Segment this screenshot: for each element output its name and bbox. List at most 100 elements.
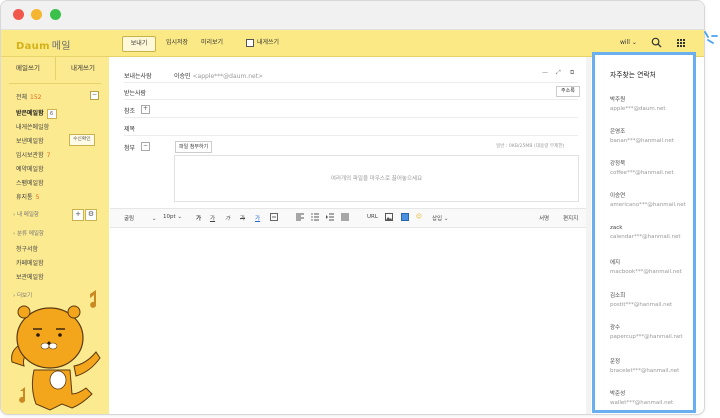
contact-item[interactable]: 박주원 apple***@daum.net: [610, 95, 666, 112]
frequent-contacts-panel: 자주찾는 연락처 박주원 apple***@daum.net 은영조 banan**…: [592, 52, 696, 413]
sidebar-item-spam[interactable]: 스팸메일함: [16, 178, 44, 187]
unread-count-badge: 6: [46, 108, 57, 119]
from-value: 이승민 <apple***@daum.net>: [174, 71, 263, 80]
my-mailbox-section[interactable]: › 내 메일함: [13, 210, 39, 218]
minimize-icon[interactable]: —: [542, 69, 548, 76]
indent-icon[interactable]: [326, 213, 334, 221]
sidebar-item-sent[interactable]: 보낸메일함: [16, 136, 44, 145]
attach-file-button[interactable]: 파일 첨부하기: [175, 141, 213, 153]
contact-email: apple***@daum.net: [610, 106, 666, 112]
attach-label: 첨부: [124, 145, 136, 152]
numbered-list-icon[interactable]: [311, 213, 319, 221]
contact-name: 박주원: [610, 97, 626, 103]
sidebar-item-scheduled[interactable]: 예약메일함: [16, 164, 44, 173]
collapse-toggle-icon[interactable]: −: [90, 91, 99, 100]
save-draft-button[interactable]: 임시저장: [166, 36, 188, 50]
image-icon[interactable]: [385, 213, 393, 221]
attach-size-info: 일반 : 0KB/25MB (대용량 무제한): [496, 144, 565, 149]
font-color-button[interactable]: 가: [255, 214, 260, 222]
sidebar-item-inbox[interactable]: 받은메일함 6: [16, 108, 57, 119]
daum-mail-logo[interactable]: Daum 메일: [16, 37, 71, 52]
divider: [124, 117, 578, 118]
close-window-button[interactable]: [13, 9, 24, 20]
mailbox-settings-button[interactable]: ⚙: [85, 209, 97, 221]
folder-count: 7: [46, 152, 51, 159]
contact-item[interactable]: 에지 macbook***@hanmail.net: [610, 258, 682, 275]
address-book-button[interactable]: 주소록: [556, 86, 580, 97]
zoom-window-button[interactable]: [50, 9, 61, 20]
font-value: 굴림: [124, 216, 135, 222]
to-me-checkbox[interactable]: 내게쓰기: [246, 36, 279, 50]
contact-item[interactable]: zack calendar***@hanmail.net: [610, 225, 681, 240]
add-mailbox-button[interactable]: +: [72, 209, 84, 221]
contact-item[interactable]: 김소희 postit***@hanmail.net: [610, 291, 672, 308]
size-select[interactable]: 10pt ⌄: [163, 214, 182, 220]
highlight-sparkle-icon: [704, 31, 718, 44]
contact-email: macbook***@hanmail.net: [610, 269, 682, 275]
table-icon[interactable]: [401, 213, 409, 221]
contact-item[interactable]: 박준성 wallet***@hanmail.net: [610, 389, 673, 406]
dropzone-text: 여러개의 파일을 마우스로 끌어놓으세요: [330, 176, 423, 182]
insert-menu[interactable]: 삽입 ⌄: [432, 214, 448, 222]
apps-grid-icon[interactable]: [676, 38, 685, 47]
folder-label: 예약메일함: [16, 166, 44, 173]
read-receipt-button[interactable]: 수신확인: [69, 134, 95, 146]
font-select[interactable]: 굴림 ⌄: [124, 214, 156, 222]
contact-email: calendar***@hanmail.net: [610, 234, 681, 240]
folder-label: 휴지통: [16, 194, 33, 201]
bg-color-icon[interactable]: [270, 213, 278, 221]
sidebar-item-all[interactable]: 전체 152: [16, 92, 42, 101]
all-count: 152: [30, 94, 42, 101]
from-email: <apple***@daum.net>: [192, 73, 264, 80]
underline-button[interactable]: 가: [210, 214, 215, 222]
sidebar-item-bills[interactable]: 청구서함: [16, 244, 38, 253]
contacts-title: 자주찾는 연락처: [610, 71, 656, 79]
contact-item[interactable]: 운정 bracelet***@hanmail.net: [610, 357, 679, 374]
divider: [124, 99, 578, 100]
to-me-tab[interactable]: 내게쓰기: [55, 57, 110, 80]
line-height-icon[interactable]: [341, 213, 349, 221]
contact-item[interactable]: 강정묵 coffee***@hanmail.net: [610, 159, 674, 176]
contact-name: 김소희: [610, 293, 626, 299]
logo-suffix: 메일: [51, 41, 71, 52]
from-name: 이승민: [174, 73, 191, 80]
cc-label: 참조: [124, 108, 136, 115]
signature-button[interactable]: 서명: [539, 214, 549, 222]
sidebar-item-trash[interactable]: 휴지통 5: [16, 192, 39, 201]
preview-button[interactable]: 미리보기: [201, 36, 223, 50]
search-icon[interactable]: [651, 37, 662, 48]
category-mailbox-section[interactable]: › 분류 메일함: [13, 229, 44, 237]
contact-item[interactable]: 은영조 banan***@hanmail.net: [610, 127, 674, 144]
compose-tab[interactable]: 메일쓰기: [1, 57, 55, 80]
logo-text: Daum: [16, 41, 50, 52]
collapse-attach-icon[interactable]: −: [141, 142, 150, 151]
contact-item[interactable]: 이승연 americano***@hanmail.net: [610, 191, 686, 208]
subject-label: 제목: [124, 126, 136, 133]
bold-button[interactable]: 가: [196, 214, 201, 222]
scrollbar[interactable]: [586, 57, 591, 414]
folder-label: 임시보관함: [16, 152, 44, 159]
ryan-character-illustration: [11, 290, 101, 411]
sidebar-item-archive[interactable]: 보관메일함: [16, 272, 44, 281]
sidebar-item-cafe[interactable]: 카페메일함: [16, 258, 44, 267]
editor-toolbar: 굴림 ⌄ 10pt ⌄ 가 가 가 가 가 URL ☺ 삽입 ⌄ 서명 편지지: [110, 208, 586, 228]
url-button[interactable]: URL: [367, 214, 378, 220]
sidebar-item-to-me[interactable]: 내게쓴메일함: [16, 122, 49, 131]
user-menu[interactable]: will ⌄: [620, 39, 637, 46]
sidebar-item-drafts[interactable]: 임시보관함 7: [16, 150, 50, 159]
minimize-window-button[interactable]: [31, 9, 42, 20]
file-dropzone[interactable]: 여러개의 파일을 마우스로 끌어놓으세요: [174, 155, 579, 202]
contact-item[interactable]: 광수 papercup***@hanmail.net: [610, 323, 683, 340]
contact-email: bracelet***@hanmail.net: [610, 368, 680, 374]
expand-icon[interactable]: ⤢: [556, 69, 561, 77]
add-cc-icon[interactable]: +: [141, 105, 150, 114]
send-button[interactable]: 보내기: [122, 36, 156, 52]
italic-button[interactable]: 가: [225, 214, 230, 222]
folder-label: 받은메일함: [16, 110, 44, 117]
strike-button[interactable]: 가: [240, 214, 245, 222]
contact-email: wallet***@hanmail.net: [610, 400, 674, 406]
align-left-icon[interactable]: [296, 213, 304, 221]
popout-icon[interactable]: ⧉: [570, 69, 574, 77]
stationery-button[interactable]: 편지지: [563, 214, 578, 222]
emoji-icon[interactable]: ☺: [416, 214, 422, 220]
